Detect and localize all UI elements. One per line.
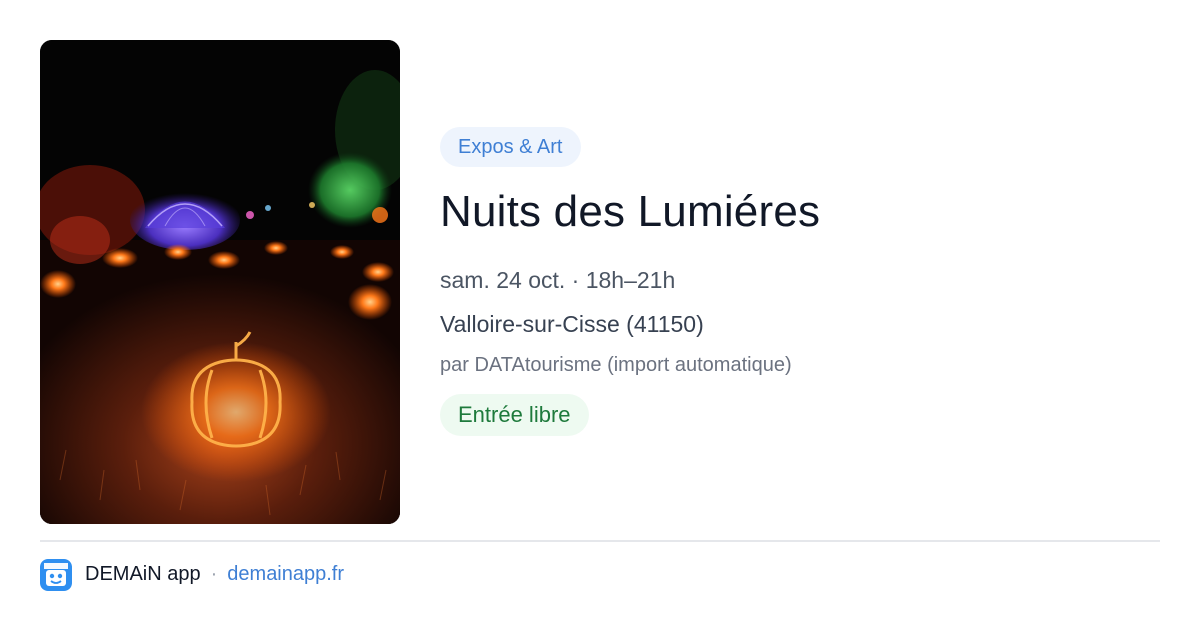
- footer-separator: ·: [210, 563, 218, 585]
- event-title: Nuits des Lumiéres: [440, 187, 821, 236]
- event-location: Valloire-sur-Cisse (41150): [440, 311, 704, 337]
- event-photo: [40, 40, 400, 524]
- event-source: par DATAtourisme (import automatique): [440, 354, 792, 376]
- illuminated-pumpkin-photo: [40, 40, 400, 524]
- app-url-link[interactable]: demainapp.fr: [227, 563, 344, 586]
- event-details: Expos & Art Nuits des Lumiéres sam. 24 o…: [440, 127, 1160, 436]
- demain-logo-icon: [40, 558, 72, 591]
- category-badge[interactable]: Expos & Art: [440, 127, 581, 167]
- price-badge: Entrée libre: [440, 394, 589, 436]
- footer: DEMAiN app · demainapp.fr: [40, 558, 344, 591]
- event-datetime: sam. 24 oct. · 18h–21h: [440, 267, 676, 293]
- app-name: DEMAiN app: [85, 563, 201, 585]
- footer-divider: [40, 540, 1160, 542]
